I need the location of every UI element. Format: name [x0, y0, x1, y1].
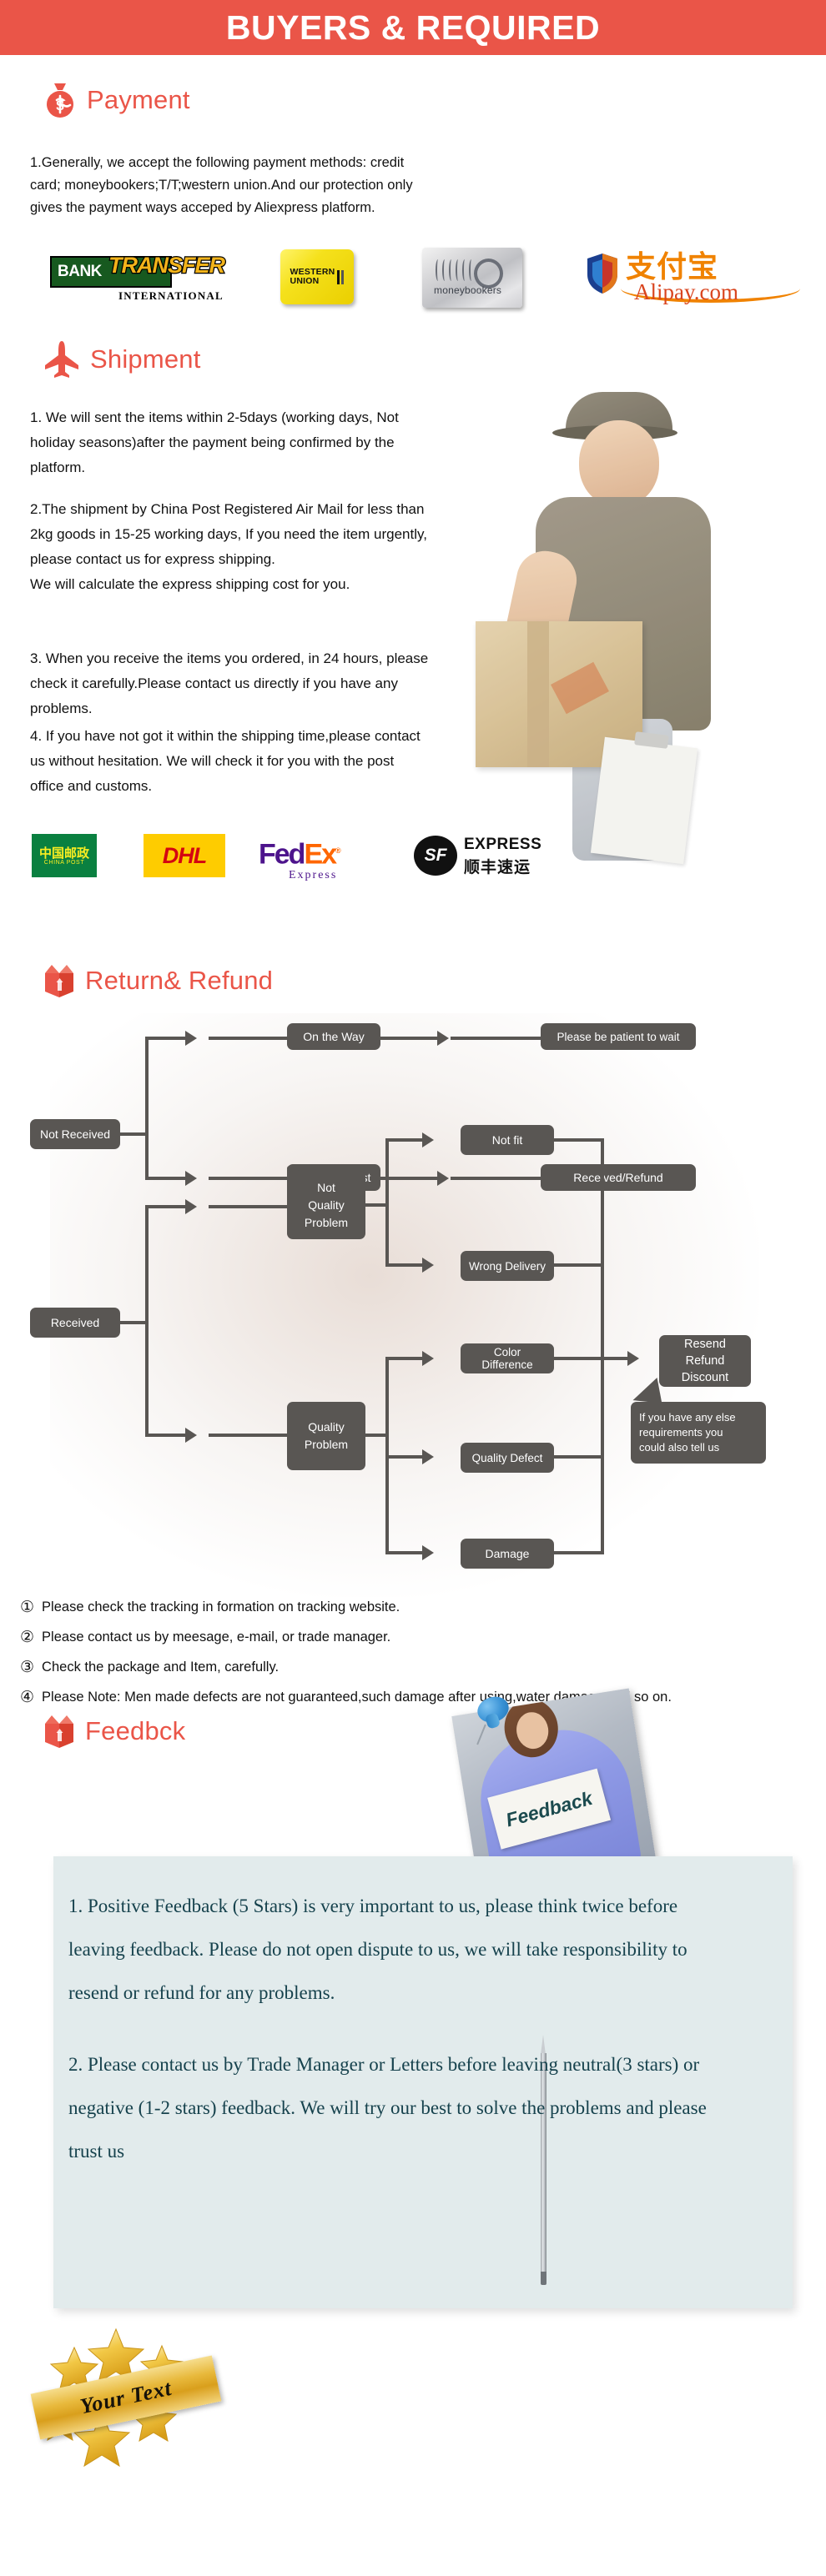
note-item: ① Please check the tracking in formation… [20, 1597, 804, 1617]
note-number: ④ [20, 1688, 35, 1706]
flow-node-color-difference: Color Difference [461, 1343, 554, 1373]
flow-node-received-refund: Received/Refund [541, 1164, 696, 1191]
moneybookers-text: moneybookers [434, 284, 502, 296]
fedex-fed-text: Fed [259, 838, 305, 871]
bank-transfer-logo: BANK TRANSFER INTERNATIONAL [43, 252, 244, 304]
airplane-icon [43, 340, 80, 379]
moneybookers-arcs-icon [436, 259, 476, 281]
western-union-bars-icon [337, 269, 345, 284]
section-title-payment: Payment [87, 85, 190, 114]
alipay-com-text: Alipay.com [634, 279, 738, 304]
payment-body-text: 1.Generally, we accept the following pay… [30, 155, 413, 215]
flow-node-on-the-way: On the Way [287, 1023, 380, 1050]
fedex-logo: FedEx® Express [259, 836, 375, 882]
china-post-english-text: CHINA POST [43, 859, 85, 866]
note-item: ③ Check the package and Item, carefully. [20, 1657, 804, 1677]
section-title-feedback: Feedbck [85, 1716, 186, 1745]
bank-transfer-international-text: INTERNATIONAL [118, 289, 224, 302]
page-title: BUYERS & REQUIRED [225, 8, 601, 47]
section-heading-feedback: Feedbck [43, 1714, 185, 1749]
flow-node-quality-problem: Quality Problem [287, 1402, 365, 1470]
flow-node-quality-defect: Quality Defect [461, 1443, 554, 1473]
section-title-shipment: Shipment [90, 344, 201, 374]
note-text: Please contact us by meesage, e-mail, or… [42, 1629, 391, 1645]
note-text: Please check the tracking in formation o… [42, 1599, 400, 1614]
note-text: Check the package and Item, carefully. [42, 1660, 280, 1675]
dhl-text: DHL [162, 842, 207, 868]
fedex-ex-text: Ex [304, 838, 337, 871]
flowchart-background-photo [50, 1013, 759, 1597]
section-heading-return-refund: Return& Refund [43, 963, 273, 998]
sf-express-logo: SF EXPRESS 顺丰速运 [414, 834, 581, 879]
shipment-paragraph-1: 1. We will sent the items within 2-5days… [30, 409, 399, 475]
open-box-icon [43, 1714, 75, 1749]
return-refund-flowchart: Not Received On the Way Please be patien… [0, 1013, 826, 1597]
bank-transfer-bank-text: BANK [58, 263, 102, 280]
moneybookers-microtext-left [432, 298, 434, 303]
product-policy-page: BUYERS & REQUIRED $ Payment 1.Generally,… [0, 0, 826, 2576]
note-text: Please Note: Men made defects are not gu… [42, 1690, 672, 1705]
flow-node-not-fit: Not fit [461, 1125, 554, 1155]
shipment-paragraph-2: 2.The shipment by China Post Registered … [30, 501, 427, 592]
china-post-chinese-text: 中国邮政 [38, 845, 89, 861]
flow-node-resend-refund-discount: Resend Refund Discount [659, 1335, 751, 1387]
note-number: ③ [20, 1658, 35, 1676]
section-heading-shipment: Shipment [43, 340, 201, 379]
note-number: ① [20, 1598, 35, 1616]
push-pin-icon [474, 1692, 512, 1745]
return-refund-notes-list: ① Please check the tracking in formation… [20, 1597, 804, 1717]
badge-ribbon-text: Your Text [78, 2375, 174, 2419]
page-header-banner: BUYERS & REQUIRED [0, 0, 826, 55]
bank-transfer-transfer-text: TRANSFER [108, 252, 227, 279]
flow-node-wrong-delivery: Wrong Delivery [461, 1251, 554, 1281]
courier-logos-row: 中国邮政 CHINA POST DHL FedEx® Express SF EX… [32, 834, 799, 884]
moneybookers-logo: moneybookers [422, 248, 522, 308]
section-title-return-refund: Return& Refund [85, 966, 274, 995]
sf-express-english-text: EXPRESS [464, 836, 542, 853]
money-bag-icon: $ [43, 82, 77, 118]
flow-node-please-be-patient: Please be patient to wait [541, 1023, 696, 1050]
alipay-logo: 支付宝 Alipay.com [586, 244, 803, 311]
payment-logos-row: BANK TRANSFER INTERNATIONAL WESTERN UNIO… [43, 246, 800, 311]
open-box-icon [43, 963, 75, 998]
flow-node-not-received: Not Received [30, 1119, 120, 1149]
shipment-paragraph-3: 3. When you receive the items you ordere… [30, 650, 429, 716]
gold-star-badge: Your Text [30, 2314, 222, 2473]
sf-badge-text: SF [424, 846, 447, 865]
western-union-logo: WESTERN UNION [280, 249, 354, 304]
fedex-express-text: Express [289, 869, 338, 882]
dhl-logo: DHL [144, 834, 225, 877]
western-union-line2: UNION [290, 276, 320, 286]
flow-node-received: Received [30, 1308, 120, 1338]
feedback-paragraph-2: 2. Please contact us by Trade Manager or… [68, 2054, 707, 2162]
fedex-registered-icon: ® [335, 846, 340, 855]
shipment-paragraph-4: 4. If you have not got it within the shi… [30, 728, 421, 794]
note-item: ④ Please Note: Men made defects are not … [20, 1687, 804, 1707]
feedback-paragraph-1: 1. Positive Feedback (5 Stars) is very i… [68, 1896, 687, 2003]
feedback-paragraphs: 1. Positive Feedback (5 Stars) is very i… [68, 1885, 728, 2202]
note-number: ② [20, 1628, 35, 1646]
alipay-shield-icon [586, 253, 619, 294]
flow-callout-extra-requirements: If you have any else requirements you co… [631, 1402, 766, 1464]
flow-node-damage: Damage [461, 1539, 554, 1569]
delivery-man-illustration [476, 392, 768, 865]
note-item: ② Please contact us by meesage, e-mail, … [20, 1627, 804, 1647]
moneybookers-microtext-right [487, 298, 489, 303]
svg-text:$: $ [56, 98, 64, 113]
section-heading-payment: $ Payment [43, 82, 190, 118]
china-post-logo: 中国邮政 CHINA POST [32, 834, 97, 877]
feedback-photo-card-text: Feedback [503, 1786, 595, 1830]
sf-express-chinese-text: 顺丰速运 [464, 858, 531, 876]
flow-node-not-quality-problem: Not Quality Problem [287, 1171, 365, 1239]
